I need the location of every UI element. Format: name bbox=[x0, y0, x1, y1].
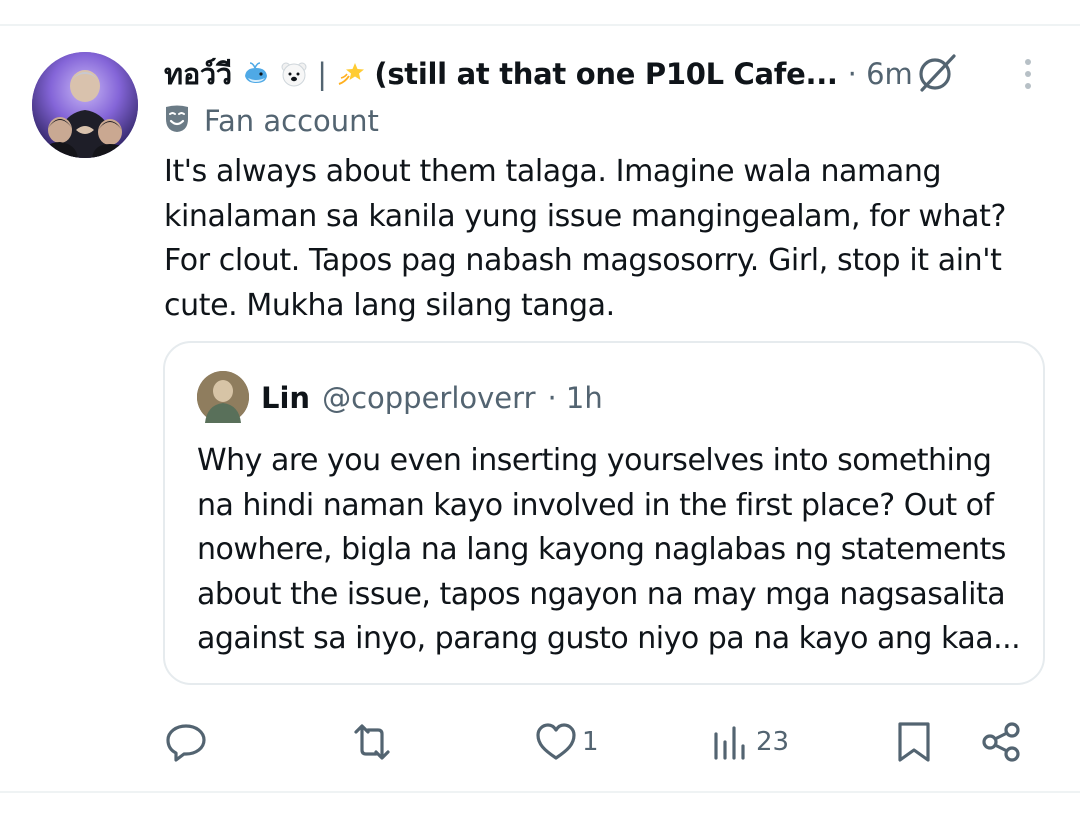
post-text: It's always about them talaga. Imagine w… bbox=[164, 154, 1007, 323]
polar-bear-icon bbox=[280, 60, 308, 88]
share-button[interactable] bbox=[980, 712, 1024, 772]
display-name[interactable]: ทอว์วี | (still at that one P10L Cafe... bbox=[164, 51, 838, 97]
bookmark-icon bbox=[892, 720, 936, 764]
views-icon bbox=[708, 720, 752, 764]
dizzy-star-icon bbox=[337, 60, 365, 88]
more-vertical-icon[interactable] bbox=[1020, 56, 1036, 92]
author-avatar[interactable] bbox=[32, 52, 138, 158]
reply-icon bbox=[164, 720, 208, 764]
display-name-suffix: (still at that one P10L Cafe... bbox=[374, 57, 838, 91]
quote-time[interactable]: · 1h bbox=[548, 381, 603, 415]
reply-button[interactable] bbox=[164, 712, 212, 772]
separator: | bbox=[317, 57, 327, 91]
heart-icon bbox=[534, 720, 578, 764]
quoted-post[interactable]: Lin @copperloverr · 1h Why are you even … bbox=[163, 341, 1045, 685]
like-count: 1 bbox=[582, 727, 599, 757]
grok-icon[interactable] bbox=[914, 52, 960, 94]
quote-author-avatar[interactable] bbox=[197, 371, 249, 423]
share-icon bbox=[980, 720, 1024, 764]
post-time[interactable]: · 6m bbox=[848, 57, 913, 91]
whale-icon bbox=[242, 60, 270, 88]
theater-mask-icon bbox=[164, 104, 190, 138]
repost-button[interactable] bbox=[348, 712, 400, 772]
avatar-image bbox=[32, 52, 138, 158]
account-label: Fan account bbox=[164, 102, 379, 140]
display-name-text: ทอว์วี bbox=[164, 57, 232, 91]
quote-header: Lin @copperloverr · 1h bbox=[261, 377, 603, 419]
bookmark-button[interactable] bbox=[892, 712, 936, 772]
post-page: ทอว์วี | (still at that one P10L Cafe...… bbox=[0, 0, 1080, 824]
views-button[interactable]: 23 bbox=[708, 712, 789, 772]
repost-icon bbox=[348, 720, 396, 764]
top-divider bbox=[0, 24, 1080, 26]
account-label-text: Fan account bbox=[204, 104, 379, 138]
quote-display-name[interactable]: Lin bbox=[261, 381, 310, 415]
like-button[interactable]: 1 bbox=[534, 712, 599, 772]
post-header: ทอว์วี | (still at that one P10L Cafe...… bbox=[164, 52, 1064, 96]
quote-text: Why are you even inserting yourselves in… bbox=[197, 443, 1021, 656]
action-bar: 1 23 bbox=[0, 712, 1080, 772]
bottom-divider bbox=[0, 791, 1080, 793]
views-count: 23 bbox=[756, 727, 790, 757]
quote-handle[interactable]: @copperloverr bbox=[322, 381, 535, 415]
